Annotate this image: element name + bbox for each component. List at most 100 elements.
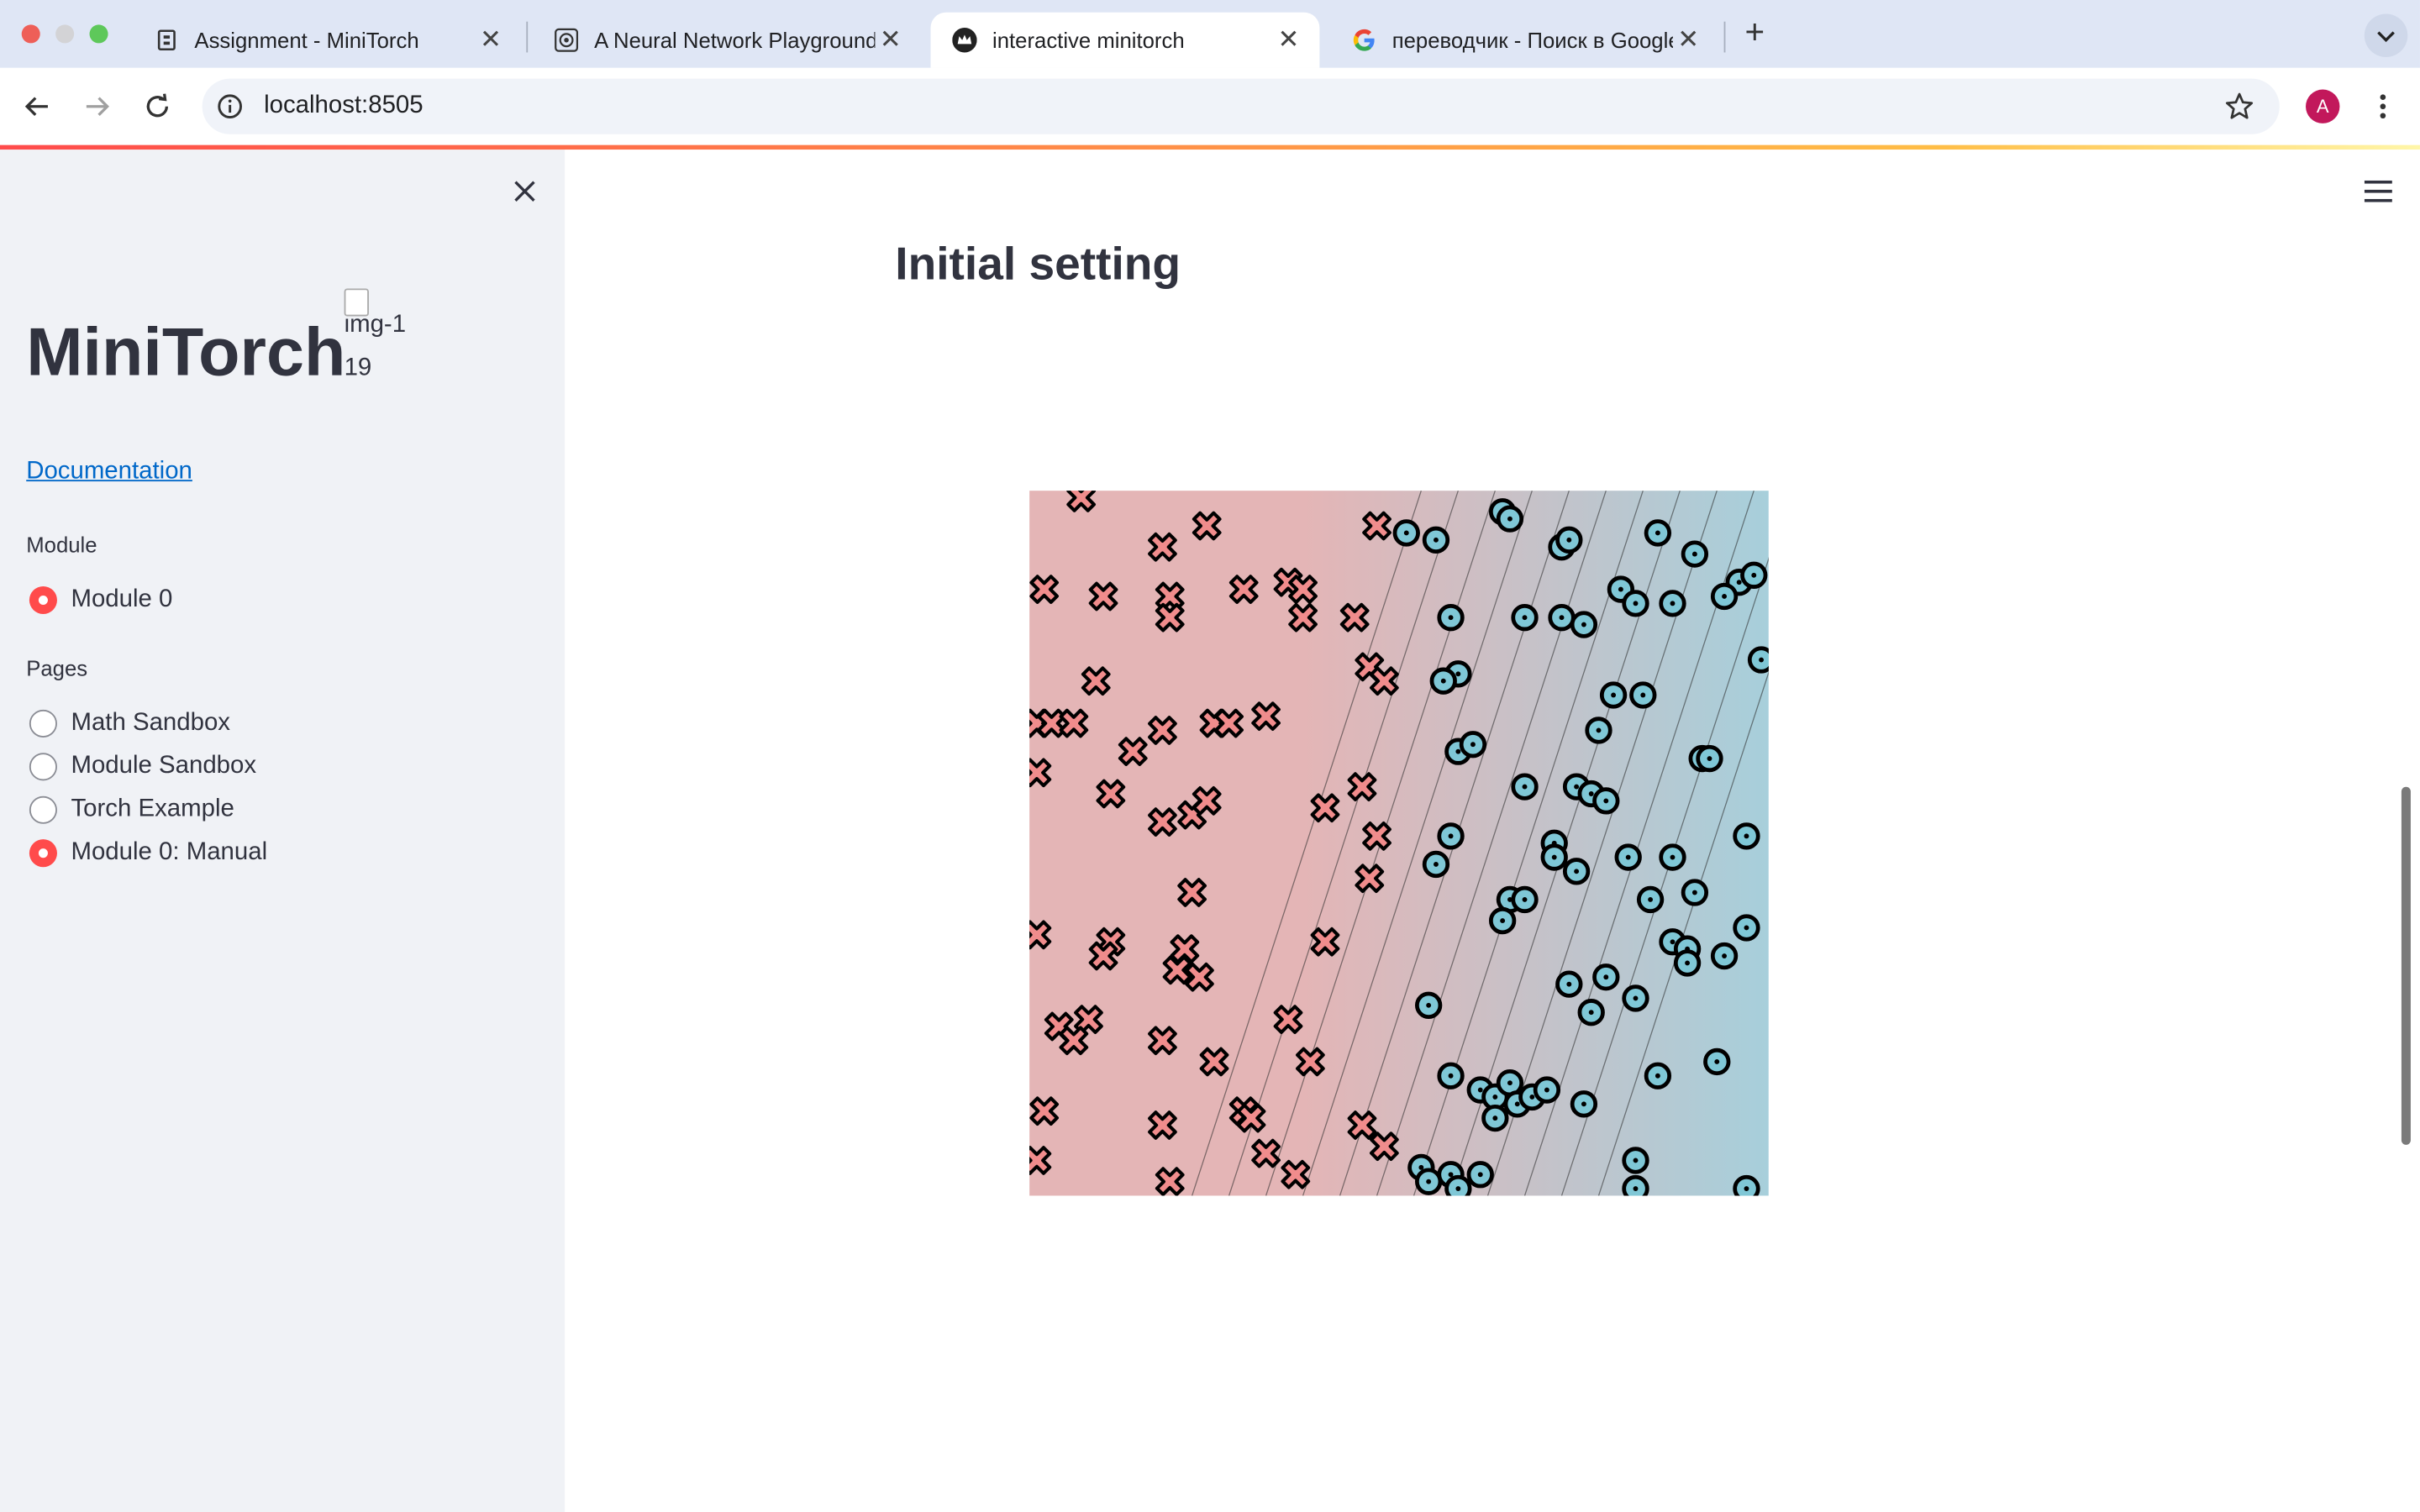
radio-page-module-sandbox[interactable]: Module Sandbox xyxy=(29,750,256,784)
radio-label: Module 0: Manual xyxy=(71,839,268,866)
o-marker xyxy=(1747,646,1769,674)
o-marker xyxy=(1488,906,1517,935)
radio-label: Module Sandbox xyxy=(71,753,257,780)
tab-strip: Assignment - MiniTorch ✕ A Neural Networ… xyxy=(0,0,2420,68)
radio-unselected-icon[interactable] xyxy=(29,709,57,738)
o-marker xyxy=(1511,885,1539,914)
logo-image: img-119 xyxy=(344,286,413,391)
reload-icon xyxy=(146,93,169,118)
o-marker xyxy=(1740,561,1768,589)
sidebar: MiniTorch img-119 Documentation Module M… xyxy=(0,150,566,1512)
tab-title: A Neural Network Playground xyxy=(594,28,876,53)
hamburger-menu-icon xyxy=(2364,180,2392,202)
o-marker xyxy=(1429,667,1457,695)
sidebar-close-button[interactable] xyxy=(508,175,541,208)
o-marker xyxy=(1710,582,1739,611)
tab-close-icon[interactable]: ✕ xyxy=(1673,24,1704,55)
window-maximize-button[interactable] xyxy=(89,24,108,44)
o-marker xyxy=(1444,1174,1472,1196)
o-marker xyxy=(1733,822,1760,850)
o-marker xyxy=(1659,843,1686,871)
o-marker xyxy=(1540,843,1568,871)
o-marker xyxy=(1733,914,1760,942)
o-marker xyxy=(1614,843,1642,871)
tab-divider xyxy=(1723,21,1726,53)
app-title: MiniTorch xyxy=(26,314,346,391)
plot-background xyxy=(1029,491,1769,1196)
radio-label: Module 0 xyxy=(71,585,173,613)
radio-selected-icon[interactable] xyxy=(29,585,57,615)
browser-toolbar: localhost:8505 A xyxy=(0,67,2420,145)
main-scrollbar[interactable] xyxy=(2401,786,2411,1145)
radio-page-torch-example[interactable]: Torch Example xyxy=(29,793,234,827)
o-marker xyxy=(1392,519,1420,547)
streamlit-crown-icon xyxy=(952,28,977,53)
o-marker xyxy=(1622,1147,1649,1174)
o-marker xyxy=(1414,991,1443,1019)
main-content: Initial setting xyxy=(565,150,2420,1512)
more-vertical-icon xyxy=(2380,94,2386,119)
pages-label: Pages xyxy=(26,655,88,680)
module-label: Module xyxy=(26,532,97,558)
o-marker xyxy=(1562,858,1591,885)
o-marker xyxy=(1555,970,1583,998)
tab-search-button[interactable] xyxy=(2364,13,2408,57)
tab-divider xyxy=(526,21,529,53)
o-marker xyxy=(1681,879,1709,906)
o-marker xyxy=(1710,942,1739,970)
tab-title: переводчик - Поиск в Google xyxy=(1392,28,1673,53)
radio-page-math-sandbox[interactable]: Math Sandbox xyxy=(29,706,230,740)
radio-unselected-icon[interactable] xyxy=(29,795,57,824)
o-marker xyxy=(1659,590,1686,617)
o-marker xyxy=(1622,590,1649,617)
profile-avatar[interactable]: A xyxy=(2306,89,2340,123)
browser-menu-button[interactable] xyxy=(2367,90,2398,123)
tab-google-search[interactable]: переводчик - Поиск в Google ✕ xyxy=(1330,13,1719,68)
site-info-icon[interactable] xyxy=(214,91,245,122)
window-minimize-button[interactable] xyxy=(55,24,75,44)
arrow-right-icon xyxy=(86,97,109,117)
o-marker xyxy=(1555,526,1583,554)
tab-assignment-minitorch[interactable]: Assignment - MiniTorch ✕ xyxy=(133,13,522,68)
o-marker xyxy=(1511,773,1539,801)
tab-interactive-minitorch[interactable]: interactive minitorch ✕ xyxy=(930,12,1320,68)
back-button[interactable] xyxy=(20,90,54,123)
radio-selected-icon[interactable] xyxy=(29,839,57,868)
tab-neural-network-playground[interactable]: A Neural Network Playground ✕ xyxy=(533,13,922,68)
radio-module-0[interactable]: Module 0 xyxy=(29,583,172,617)
o-marker xyxy=(1533,1076,1561,1104)
window-close-button[interactable] xyxy=(21,24,40,44)
o-marker xyxy=(1733,1174,1760,1196)
address-bar[interactable]: localhost:8505 xyxy=(202,78,2280,134)
o-marker xyxy=(1644,1062,1672,1089)
new-tab-button[interactable]: + xyxy=(1738,14,1771,52)
broken-image-icon xyxy=(344,288,369,317)
tab-close-icon[interactable]: ✕ xyxy=(476,24,507,55)
bookmark-star-icon[interactable] xyxy=(2224,91,2255,122)
o-marker xyxy=(1636,885,1665,914)
forward-button[interactable] xyxy=(81,90,114,123)
o-marker xyxy=(1414,1168,1443,1195)
o-marker xyxy=(1622,984,1649,1012)
tab-close-icon[interactable]: ✕ xyxy=(875,24,906,55)
arrow-left-icon xyxy=(24,97,48,117)
o-marker xyxy=(1437,1062,1465,1089)
tab-title: Assignment - MiniTorch xyxy=(194,28,419,53)
radio-page-module-0-manual[interactable]: Module 0: Manual xyxy=(29,836,267,869)
o-marker xyxy=(1629,681,1657,709)
main-menu-button[interactable] xyxy=(2364,180,2392,202)
o-marker xyxy=(1592,963,1620,991)
google-icon xyxy=(1352,28,1376,52)
tab-close-icon[interactable]: ✕ xyxy=(1273,24,1304,55)
o-marker xyxy=(1696,744,1723,773)
o-marker xyxy=(1437,603,1465,632)
playground-icon xyxy=(554,28,579,52)
o-marker xyxy=(1496,505,1524,533)
radio-unselected-icon[interactable] xyxy=(29,753,57,781)
o-marker xyxy=(1466,1161,1494,1189)
documentation-link[interactable]: Documentation xyxy=(26,458,192,486)
reload-button[interactable] xyxy=(140,90,174,123)
close-icon xyxy=(514,181,535,202)
url-text[interactable]: localhost:8505 xyxy=(264,92,424,120)
o-marker xyxy=(1585,717,1612,744)
